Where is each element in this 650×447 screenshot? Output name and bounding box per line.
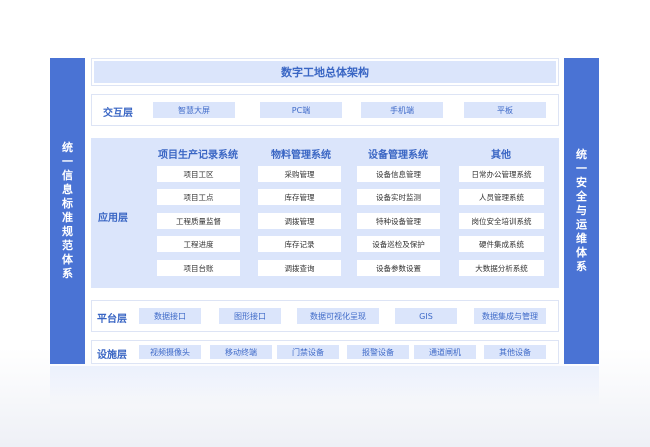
- app-item: 设备巡检及保护: [357, 236, 440, 252]
- app-item: 工程质量监督: [157, 213, 240, 229]
- platform-item: GIS: [395, 308, 457, 324]
- column-title: 物料管理系统: [271, 150, 331, 161]
- platform-layer-label: 平台层: [97, 314, 127, 325]
- infrastructure-layer-label: 设施层: [97, 350, 127, 361]
- app-item: 设备信息管理: [357, 166, 440, 182]
- app-item: 日常办公管理系统: [459, 166, 544, 182]
- app-item: 项目工区: [157, 166, 240, 182]
- app-item: 设备实时监测: [357, 189, 440, 205]
- right-security-label: 统一安全与运维体系: [576, 148, 587, 273]
- right-security-bar: 统一安全与运维体系: [564, 58, 599, 364]
- infrastructure-item: 其他设备: [484, 345, 546, 359]
- infrastructure-item: 通道闸机: [414, 345, 476, 359]
- platform-item: 数据接口: [139, 308, 201, 324]
- app-item: 项目台账: [157, 260, 240, 276]
- column-title: 其他: [491, 150, 511, 161]
- app-item: 设备参数设置: [357, 260, 440, 276]
- app-item: 特种设备管理: [357, 213, 440, 229]
- infrastructure-item: 视频摄像头: [139, 345, 201, 359]
- infrastructure-item: 移动终端: [210, 345, 272, 359]
- app-item: 硬件集成系统: [459, 236, 544, 252]
- interaction-item: PC端: [260, 102, 342, 118]
- floor-reflection: [50, 366, 599, 406]
- app-item: 大数据分析系统: [459, 260, 544, 276]
- app-item: 项目工点: [157, 189, 240, 205]
- app-item: 采购管理: [258, 166, 341, 182]
- application-layer-label: 应用层: [98, 213, 128, 224]
- platform-item: 数据集成与管理: [474, 308, 546, 324]
- infrastructure-item: 报警设备: [347, 345, 409, 359]
- platform-item: 数据可视化呈现: [297, 308, 379, 324]
- column-title: 项目生产记录系统: [158, 150, 238, 161]
- infrastructure-item: 门禁设备: [277, 345, 339, 359]
- interaction-item: 平板: [464, 102, 546, 118]
- app-item: 库存管理: [258, 189, 341, 205]
- left-standard-bar: 统一信息标准规范体系: [50, 58, 85, 364]
- app-item: 调拨管理: [258, 213, 341, 229]
- interaction-layer-label: 交互层: [103, 108, 133, 119]
- left-standard-label: 统一信息标准规范体系: [62, 141, 73, 280]
- app-item: 调拨查询: [258, 260, 341, 276]
- app-item: 人员管理系统: [459, 189, 544, 205]
- platform-item: 图形接口: [219, 308, 281, 324]
- column-title: 设备管理系统: [368, 150, 428, 161]
- app-item: 岗位安全培训系统: [459, 213, 544, 229]
- diagram-title: 数字工地总体架构: [94, 61, 556, 83]
- interaction-item: 手机端: [361, 102, 443, 118]
- app-item: 库存记录: [258, 236, 341, 252]
- interaction-item: 智慧大屏: [153, 102, 235, 118]
- app-item: 工程进度: [157, 236, 240, 252]
